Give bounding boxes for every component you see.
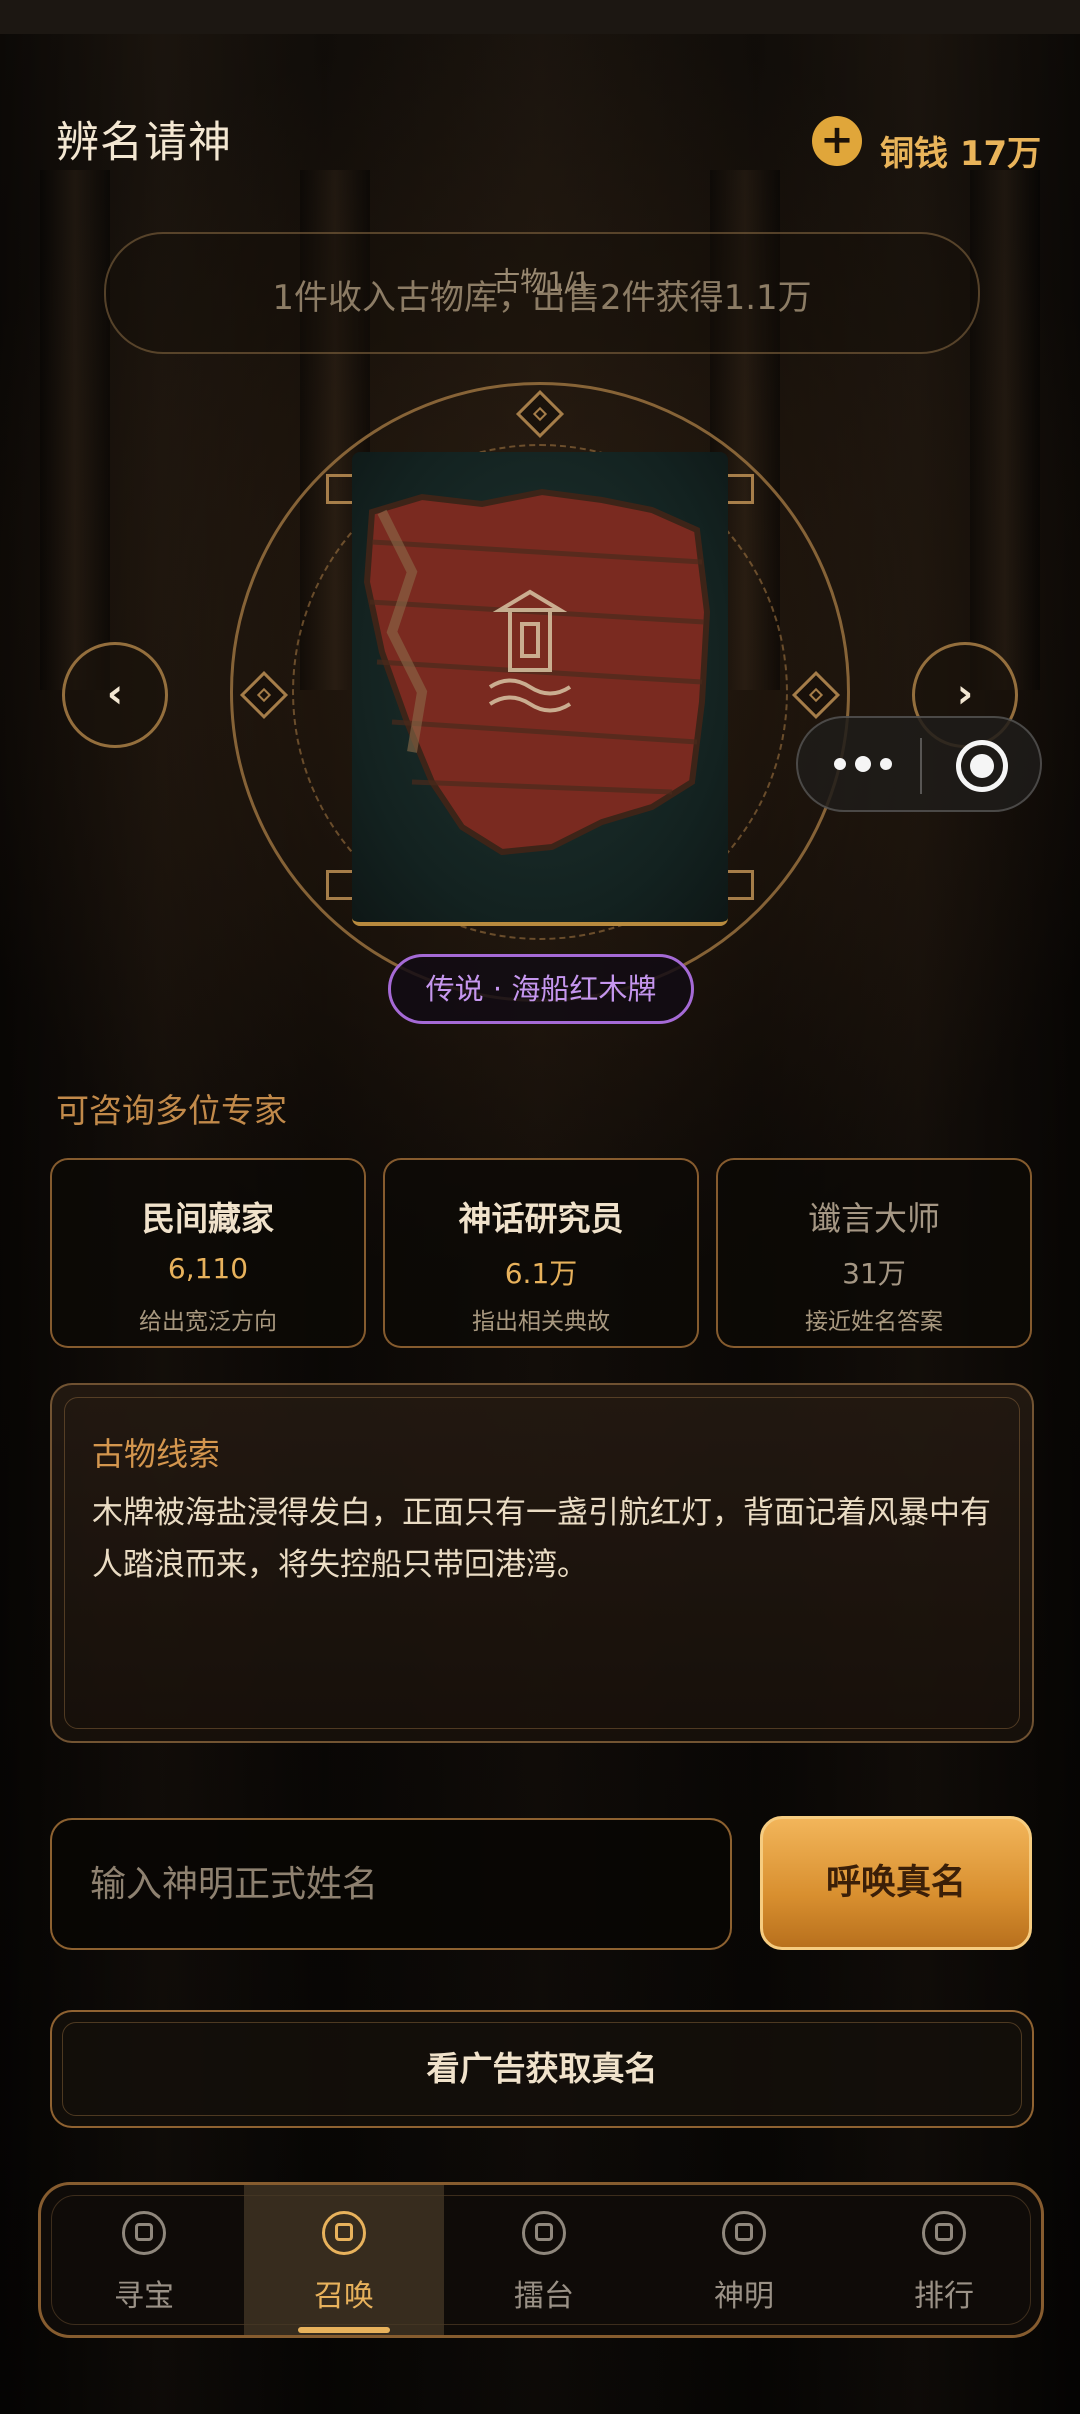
tab-summon[interactable]: 召唤 bbox=[244, 2185, 444, 2335]
tab-ranking[interactable]: 排行 bbox=[844, 2185, 1041, 2335]
arena-icon bbox=[522, 2211, 566, 2255]
more-options-icon[interactable] bbox=[828, 740, 898, 788]
artifact-banner-text: 1件收入古物库，出售2件获得1.1万 bbox=[272, 278, 812, 318]
expert-price: 6.1万 bbox=[504, 1257, 578, 1290]
expert-description: 指出相关典故 bbox=[472, 1309, 610, 1335]
rarity-badge: 传说 · 海船红木牌 bbox=[388, 954, 694, 1024]
tab-label: 排行 bbox=[914, 2279, 974, 2314]
tab-label: 神明 bbox=[714, 2279, 774, 2314]
previous-artifact-button[interactable]: ‹ bbox=[62, 642, 168, 748]
ornament-corner-icon bbox=[724, 870, 754, 900]
active-tab-indicator bbox=[298, 2327, 390, 2333]
artifact-image bbox=[352, 452, 728, 926]
capsule-divider bbox=[920, 738, 922, 794]
coin-balance: 铜钱 17万 bbox=[880, 134, 1042, 174]
watch-ad-button[interactable]: 看广告获取真名 bbox=[50, 2010, 1034, 2128]
tab-label: 召唤 bbox=[314, 2279, 374, 2314]
clue-title: 古物线索 bbox=[92, 1435, 221, 1473]
page-title: 辨名请神 bbox=[56, 118, 232, 168]
expert-description: 接近姓名答案 bbox=[805, 1309, 943, 1335]
clue-text: 木牌被海盐浸得发白，正面只有一盏引航红灯，背面记着风暴中有人踏浪而来，将失控船只… bbox=[92, 1495, 991, 1583]
miniprogram-capsule bbox=[796, 716, 1042, 812]
expert-price: 31万 bbox=[842, 1257, 906, 1290]
tab-arena[interactable]: 擂台 bbox=[444, 2185, 644, 2335]
artifact-info-banner: 古物1/1 1件收入古物库，出售2件获得1.1万 bbox=[104, 232, 980, 354]
expert-card-myth-researcher[interactable]: 神话研究员 6.1万 指出相关典故 bbox=[383, 1158, 699, 1348]
bottom-tab-bar: 寻宝 召唤 擂台 神明 排行 bbox=[38, 2182, 1044, 2338]
treasure-icon bbox=[122, 2211, 166, 2255]
deity-name-input[interactable] bbox=[50, 1818, 732, 1950]
button-frame bbox=[62, 2022, 1022, 2116]
deity-icon bbox=[722, 2211, 766, 2255]
add-coins-icon[interactable]: + bbox=[812, 116, 862, 166]
expert-card-folk-collector[interactable]: 民间藏家 6,110 给出宽泛方向 bbox=[50, 1158, 366, 1348]
artifact-clue-panel: 古物线索 木牌被海盐浸得发白，正面只有一盏引航红灯，背面记着风暴中有人踏浪而来，… bbox=[50, 1383, 1034, 1743]
expert-description: 给出宽泛方向 bbox=[139, 1309, 277, 1335]
summon-icon bbox=[322, 2211, 366, 2255]
experts-section-title: 可咨询多位专家 bbox=[56, 1091, 287, 1130]
background-pillar bbox=[40, 170, 110, 690]
ranking-icon bbox=[922, 2211, 966, 2255]
expert-name: 谶言大师 bbox=[808, 1199, 940, 1238]
tab-deity[interactable]: 神明 bbox=[644, 2185, 844, 2335]
ornament-corner-icon bbox=[724, 474, 754, 504]
background-pillar bbox=[970, 170, 1040, 690]
status-bar bbox=[0, 0, 1080, 34]
tab-label: 擂台 bbox=[514, 2279, 574, 2314]
tab-label: 寻宝 bbox=[114, 2279, 174, 2314]
expert-name: 民间藏家 bbox=[142, 1199, 274, 1238]
close-miniprogram-icon[interactable] bbox=[956, 740, 1008, 792]
tab-treasure[interactable]: 寻宝 bbox=[44, 2185, 244, 2335]
expert-name: 神话研究员 bbox=[458, 1199, 624, 1238]
summon-name-button[interactable]: 呼唤真名 bbox=[760, 1816, 1032, 1950]
expert-card-prophecy-master[interactable]: 谶言大师 31万 接近姓名答案 bbox=[716, 1158, 1032, 1348]
expert-price: 6,110 bbox=[167, 1252, 249, 1285]
